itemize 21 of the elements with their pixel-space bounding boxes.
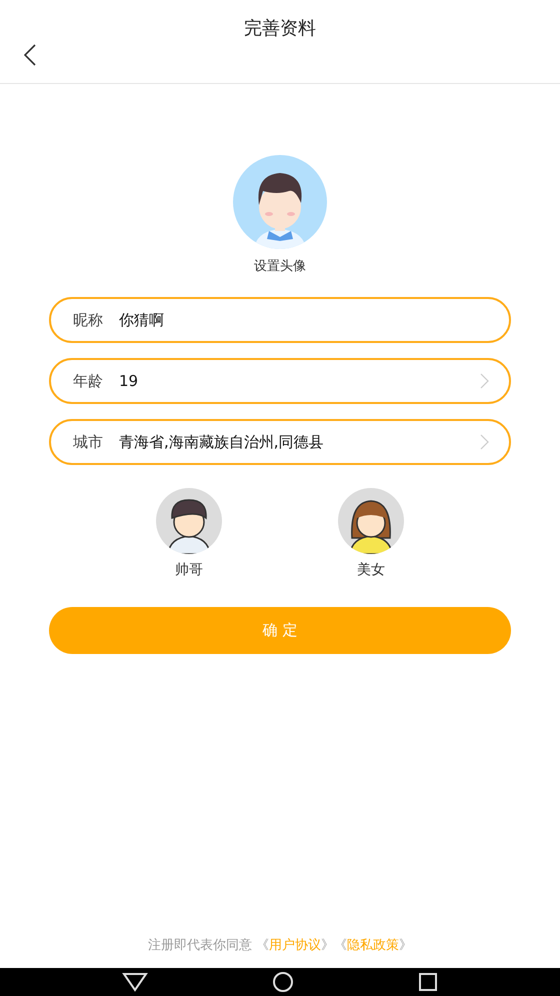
gender-option[interactable]: 帅哥	[156, 488, 222, 579]
field-label: 城市	[73, 432, 104, 452]
field-label: 年龄	[73, 372, 104, 390]
avatar-label: 设置头像	[254, 258, 306, 275]
field-value[interactable]: 19	[119, 372, 480, 390]
girl-avatar-icon	[338, 488, 404, 554]
back-nav-icon[interactable]	[122, 972, 148, 992]
input-field[interactable]: 昵称 你猜啊	[49, 297, 511, 343]
field-label: 昵称	[73, 310, 104, 330]
home-nav-icon[interactable]	[272, 971, 294, 993]
picker-field[interactable]: 年龄 19	[49, 358, 511, 404]
field-value[interactable]: 青海省,海南藏族自治州,同德县	[119, 433, 480, 451]
agreement-text: 注册即代表你同意 《用户协议》《隐私政策》	[146, 937, 414, 954]
boy-avatar-icon	[156, 488, 222, 554]
chevron-right-icon	[480, 373, 489, 389]
gender-option[interactable]: 美女	[338, 488, 404, 579]
picker-field[interactable]: 城市 青海省,海南藏族自治州,同德县	[49, 419, 511, 465]
chevron-right-icon	[480, 434, 489, 450]
page-title: 完善资料	[244, 16, 316, 40]
field-value[interactable]: 你猜啊	[119, 311, 489, 329]
recents-nav-icon[interactable]	[418, 972, 438, 992]
